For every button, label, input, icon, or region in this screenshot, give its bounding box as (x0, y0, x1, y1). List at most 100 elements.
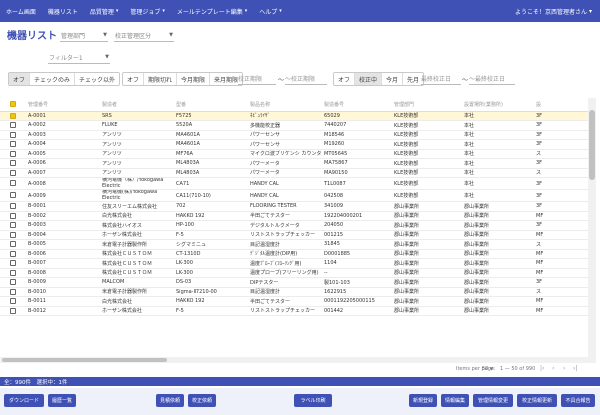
row-checkbox[interactable] (0, 201, 26, 212)
nav-item-mail-template[interactable]: メールテンプレート編集 ▾ (171, 7, 253, 16)
row-checkbox[interactable] (0, 258, 26, 269)
select-all-checkbox[interactable] (0, 98, 26, 112)
nav-item-equipment-list[interactable]: 機器リスト (42, 7, 84, 16)
table-row[interactable]: A-0001 SRS F5725 ﾈﾋﾞｭﾗｲｻﾞ 65029 KLE技術部 本社 3F (0, 111, 588, 121)
column-header[interactable]: 製造者 (100, 98, 174, 112)
table-row[interactable]: B-0003 株式会社ハイオス HP-100 デジタルトルクメータ 204050 郡山事業… (0, 220, 588, 231)
row-checkbox[interactable] (0, 130, 26, 140)
first-page-icon[interactable]: |‹ (540, 365, 544, 372)
next-page-icon[interactable]: › (563, 365, 565, 372)
scrollbar-thumb[interactable] (589, 110, 595, 180)
toggle-this-month[interactable]: 今月 (382, 73, 404, 85)
last-calibration-from-input[interactable]: 最終校正日 (421, 73, 461, 85)
toggle-checked-only[interactable]: チェックのみ (30, 73, 76, 85)
vertical-scrollbar[interactable] (588, 98, 596, 363)
nav-item-home[interactable]: ホーム画面 (0, 7, 42, 16)
row-checkbox[interactable] (0, 220, 26, 231)
table-row[interactable]: A-0007 アンリツ ML4803A パワーメータ MA90150 KLE技術部 本社ス (0, 168, 588, 178)
table-row[interactable]: B-0008 株式会社ＣＵＳＴＯＭ LK-300 温度プローブ(フリーリング用) -- 郡… (0, 268, 588, 278)
row-checkbox[interactable] (0, 189, 26, 202)
column-header[interactable]: 型番 (174, 98, 248, 112)
row-checkbox[interactable] (0, 211, 26, 221)
checkbox-icon (10, 180, 16, 187)
table-cell: B-0011 (26, 296, 100, 307)
filter-select[interactable]: フィルター1 ▼ (48, 51, 110, 64)
table-row[interactable]: A-0005 アンリツ MF76A マイクロ波ブリケンシ カウンタ MT05645 KLE… (0, 149, 588, 159)
items-per-page-select[interactable]: 50 (482, 366, 488, 372)
table-row[interactable]: B-0012 ホーザン株式会社 F-5 リストストラップチェッカー 001442 郡山事業… (0, 306, 588, 316)
column-header[interactable]: 製品名称 (248, 98, 322, 112)
scrollbar-thumb[interactable] (2, 358, 167, 362)
label-print-button[interactable]: ラベル印刷 (294, 394, 332, 407)
table-row[interactable]: A-0006 アンリツ ML4803A パワーメータ MA75867 KLE技術部 本社 3F (0, 158, 588, 169)
estimate-request-button[interactable]: 見積依頼 (156, 394, 184, 407)
management-change-button[interactable]: 管理情報変更 (473, 394, 513, 407)
table-row[interactable]: A-0003 アンリツ MA4601A パワーセンサ M18546 KLE技術部 本社 3F (0, 130, 588, 140)
row-checkbox[interactable] (0, 120, 26, 131)
table-row[interactable]: B-0010 米倉電子計器製作所 Sigma-Ⅱ7210-00 目記温湿度計 16229… (0, 287, 588, 297)
row-checkbox[interactable] (0, 277, 26, 288)
row-checkbox[interactable] (0, 158, 26, 169)
row-checkbox[interactable] (0, 177, 26, 190)
row-checkbox[interactable] (0, 268, 26, 278)
new-register-button[interactable]: 新規登録 (409, 394, 437, 407)
row-checkbox[interactable] (0, 149, 26, 159)
horizontal-scrollbar[interactable] (0, 357, 588, 363)
row-checkbox[interactable] (0, 249, 26, 259)
dropdown-arrow-icon: ▼ (103, 32, 107, 38)
row-checkbox[interactable] (0, 296, 26, 307)
previous-page-icon[interactable]: ‹ (552, 365, 554, 372)
row-checkbox[interactable] (0, 239, 26, 250)
department-select[interactable]: 管理部門 ▼ (60, 29, 108, 42)
table-row[interactable]: B-0002 白光株式会社 HAKKO 192 半田ごてテスター 19220400020… (0, 211, 588, 221)
calibration-due-to-input[interactable]: 〜校正期限 (285, 73, 327, 85)
checkbox-icon (10, 131, 16, 138)
history-list-button[interactable]: 履歴一覧 (48, 394, 76, 407)
info-edit-button[interactable]: 情報編集 (441, 394, 469, 407)
calibration-info-update-button[interactable]: 校正情報更新 (517, 394, 557, 407)
table-cell: 株式会社ＣＵＳＴＯＭ (100, 258, 174, 269)
row-checkbox[interactable] (0, 168, 26, 178)
column-header[interactable]: 設 (534, 98, 588, 112)
column-header[interactable]: 管理番号 (26, 98, 100, 112)
download-button[interactable]: ダウンロード (4, 394, 44, 407)
row-checkbox[interactable] (0, 139, 26, 150)
table-cell: 住友スリーエム株式会社 (100, 201, 174, 212)
table-row[interactable]: A-0008 横河電機（株）/Yokogawa Electric CA71 HANDY… (0, 177, 588, 190)
user-menu[interactable]: ようこそ！京西管理者さん ▾ (515, 7, 600, 16)
toggle-off[interactable]: オフ (123, 73, 145, 85)
row-checkbox[interactable] (0, 230, 26, 240)
calibration-request-button[interactable]: 校正依頼 (188, 394, 216, 407)
column-header[interactable]: 製造番号 (322, 98, 392, 112)
table-row[interactable]: A-0009 横河電機(株)/Yokogawa Electric CA11(710-… (0, 189, 588, 202)
toggle-expired[interactable]: 期限切れ (144, 73, 178, 85)
column-header[interactable]: 管理部門 (392, 98, 462, 112)
toggle-off[interactable]: オフ (334, 73, 356, 85)
toggle-off[interactable]: オフ (9, 73, 31, 85)
table-row[interactable]: B-0006 株式会社ＣＵＳＴＯＭ CT-1310D ﾃﾞｼﾞﾀﾙ温度計(DIP用) D… (0, 249, 588, 259)
table-row[interactable]: B-0001 住友スリーエム株式会社 702 FLOORING TESTER 34100… (0, 201, 588, 212)
table-row[interactable]: B-0004 ホーザン株式会社 F-5 リストストラップチェッカー 001215 郡山事業… (0, 230, 588, 240)
toggle-unchecked[interactable]: チェック以外 (75, 73, 120, 85)
table-cell: 郡山事業所 (462, 306, 534, 316)
row-checkbox[interactable] (0, 306, 26, 316)
row-checkbox[interactable] (0, 287, 26, 297)
column-header[interactable]: 設置場所(業務所) (462, 98, 534, 112)
last-calibration-to-input[interactable]: 〜最終校正日 (469, 73, 515, 85)
table-row[interactable]: B-0009 MALCOM DS-03 DIPテスター 製101-103 郡山事業所 郡山事… (0, 277, 588, 288)
last-page-icon[interactable]: ›| (573, 365, 577, 372)
calibration-class-select[interactable]: 校正管理区分 ▼ (114, 29, 174, 42)
nav-item-jobs[interactable]: 管理ジョブ ▾ (124, 7, 171, 16)
table-row[interactable]: A-0002 FLUKE 5520A 多機能校正器 7440207 KLE技術部 本社 3F (0, 120, 588, 131)
nav-item-help[interactable]: ヘルプ ▾ (253, 7, 288, 16)
table-row[interactable]: B-0007 株式会社ＣＵＳＴＯＭ LK-300 温度ﾌﾟﾛｰﾌﾞ(ﾌﾛｰﾘﾝｸﾞ用)… (0, 258, 588, 269)
toggle-due-this-month[interactable]: 今月期限 (177, 73, 211, 85)
calibration-due-from-input[interactable]: 校正期限 (238, 73, 276, 85)
table-row[interactable]: B-0011 白光株式会社 HAKKO 192 半田ごてテスター 00011922050… (0, 296, 588, 307)
table-row[interactable]: A-0004 アンリツ MA4601A パワーセンサ M19260 KLE技術部 本社 3F (0, 139, 588, 150)
nav-item-quality[interactable]: 品質管理 ▾ (84, 7, 125, 16)
row-checkbox[interactable] (0, 111, 26, 121)
table-row[interactable]: B-0005 米倉電子計器製作所 シグマミニュ 目記温湿度計 31845 郡山事業所 郡山事… (0, 239, 588, 250)
toggle-calibrating[interactable]: 校正中 (355, 73, 383, 85)
defect-report-button[interactable]: 不具合報告 (561, 394, 595, 407)
